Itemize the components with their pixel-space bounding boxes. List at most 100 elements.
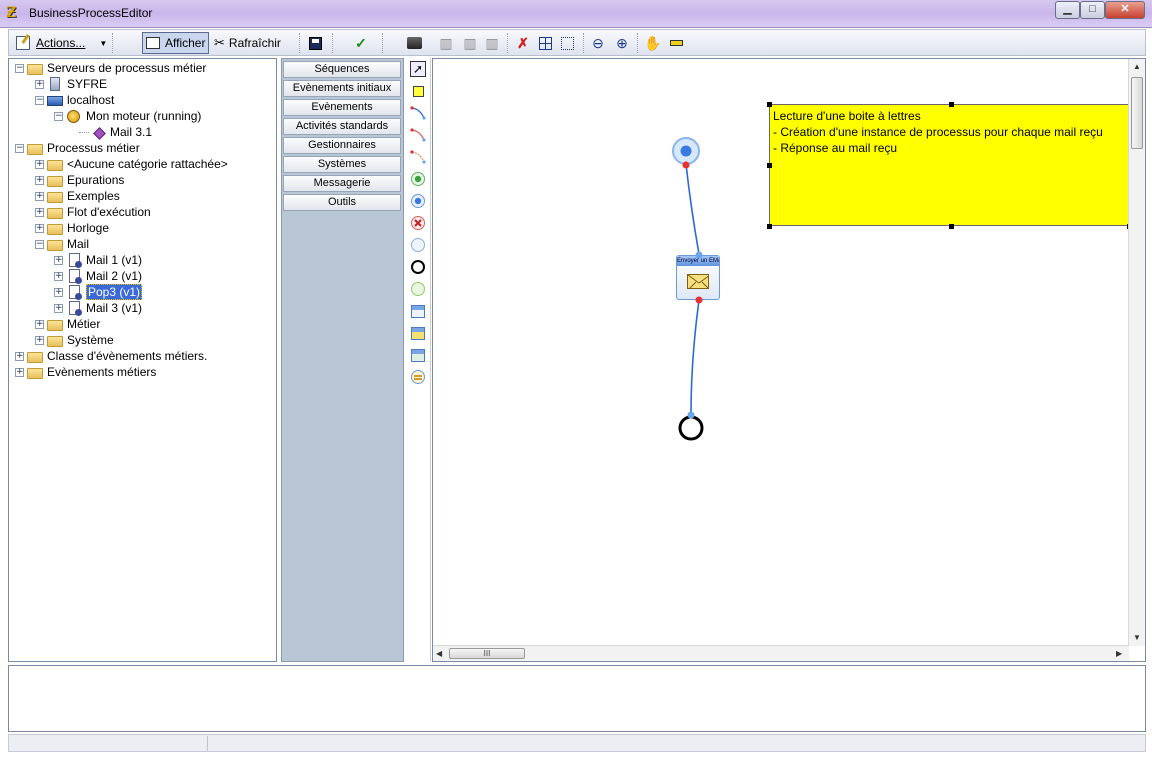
- scroll-left-icon[interactable]: ◀: [436, 649, 442, 658]
- tree-item[interactable]: − Processus métier: [15, 140, 140, 156]
- save-icon[interactable]: [306, 34, 324, 52]
- palette-standard-activities-button[interactable]: Activités standards: [283, 118, 401, 135]
- green-event-icon[interactable]: [410, 281, 426, 297]
- tree-item-label: Serveurs de processus métier: [47, 61, 207, 75]
- expand-icon[interactable]: +: [35, 159, 44, 169]
- collapse-icon[interactable]: −: [35, 95, 44, 105]
- tree-item[interactable]: + Epurations: [35, 172, 124, 188]
- snap-icon[interactable]: [558, 34, 576, 52]
- tree-item[interactable]: + Mail 2 (v1): [54, 268, 142, 284]
- print-icon[interactable]: [405, 34, 423, 52]
- minimize-button[interactable]: ▁: [1055, 1, 1080, 19]
- horizontal-scrollbar[interactable]: ◀ III ▶: [433, 645, 1129, 661]
- expand-icon[interactable]: +: [35, 207, 44, 217]
- start-blue-icon[interactable]: [410, 193, 426, 209]
- resize-handle[interactable]: [767, 163, 772, 168]
- expand-icon[interactable]: +: [35, 223, 44, 233]
- intermediate-event-icon[interactable]: [410, 237, 426, 253]
- align-left-icon[interactable]: ▥: [437, 34, 455, 52]
- expand-icon[interactable]: +: [35, 191, 44, 201]
- tree-item[interactable]: + Flot d'exécution: [35, 204, 151, 220]
- expand-icon[interactable]: +: [35, 79, 44, 89]
- grid-icon[interactable]: [536, 34, 554, 52]
- scroll-up-icon[interactable]: ▲: [1133, 62, 1141, 71]
- actions-dropdown[interactable]: Actions... ▼: [13, 32, 110, 54]
- send-email-activity[interactable]: Envoyer un EMail: [676, 255, 720, 300]
- start-green-icon[interactable]: [410, 171, 426, 187]
- expand-icon[interactable]: +: [35, 319, 44, 329]
- zoom-out-icon[interactable]: ⊖: [589, 34, 607, 52]
- palette-tools-button[interactable]: Outils: [283, 194, 401, 211]
- tree-item[interactable]: + Mail 1 (v1): [54, 252, 142, 268]
- chart-activity-icon[interactable]: [410, 347, 426, 363]
- tree-item-selected[interactable]: + Pop3 (v1): [54, 284, 143, 300]
- tree-item[interactable]: Mail 3.1: [79, 124, 152, 140]
- error-event-icon[interactable]: [410, 215, 426, 231]
- tree-item[interactable]: + Exemples: [35, 188, 120, 204]
- expand-icon[interactable]: +: [54, 303, 63, 313]
- tree-item[interactable]: + Evènements métiers: [15, 364, 156, 380]
- align-right-icon[interactable]: ▥: [483, 34, 501, 52]
- collapse-icon[interactable]: −: [54, 111, 63, 121]
- annotation-note[interactable]: Lecture d'une boite à lettres - Création…: [769, 104, 1131, 226]
- expand-icon[interactable]: +: [15, 367, 24, 377]
- rafraichir-button[interactable]: ✂ Rafraîchir: [211, 32, 284, 54]
- horizontal-scroll-thumb[interactable]: III: [449, 648, 525, 659]
- window-activity-icon[interactable]: [410, 303, 426, 319]
- connector-red-icon[interactable]: [410, 127, 426, 143]
- palette-handlers-button[interactable]: Gestionnaires: [283, 137, 401, 154]
- check-icon[interactable]: ✓: [352, 34, 370, 52]
- tree-item[interactable]: + Métier: [35, 316, 100, 332]
- diagram-canvas[interactable]: Envoyer un EMail Lecture d'une boite à l…: [432, 58, 1146, 662]
- maximize-button[interactable]: □: [1080, 1, 1105, 19]
- expand-icon[interactable]: +: [15, 351, 24, 361]
- expand-icon[interactable]: +: [54, 287, 63, 297]
- house-activity-icon[interactable]: [410, 325, 426, 341]
- end-event-icon[interactable]: [410, 259, 426, 275]
- resize-handle[interactable]: [949, 102, 954, 107]
- resize-handle[interactable]: [949, 224, 954, 229]
- tree-item[interactable]: + Horloge: [35, 220, 109, 236]
- collapse-icon[interactable]: −: [15, 63, 24, 73]
- cut-connector-icon[interactable]: ✗: [514, 34, 532, 52]
- tree-item[interactable]: + Système: [35, 332, 114, 348]
- pointer-icon[interactable]: ➚: [410, 61, 426, 77]
- scroll-down-icon[interactable]: ▼: [1133, 633, 1141, 642]
- folder-icon: [47, 207, 63, 219]
- collapse-icon[interactable]: −: [35, 239, 44, 249]
- resize-handle[interactable]: [767, 102, 772, 107]
- align-center-icon[interactable]: ▥: [461, 34, 479, 52]
- vertical-scroll-thumb[interactable]: [1131, 77, 1143, 149]
- tree-item[interactable]: + Mail 3 (v1): [54, 300, 142, 316]
- loop-icon[interactable]: [410, 369, 426, 385]
- resize-handle[interactable]: [767, 224, 772, 229]
- afficher-button[interactable]: Afficher: [142, 32, 210, 54]
- palette-sequences-button[interactable]: Séquences: [283, 61, 401, 78]
- expand-icon[interactable]: +: [35, 175, 44, 185]
- connector-icon[interactable]: [410, 105, 426, 121]
- vertical-scrollbar[interactable]: ▲ ▼: [1128, 59, 1145, 646]
- palette-initial-events-button[interactable]: Evènements initiaux: [283, 80, 401, 97]
- palette-systems-button[interactable]: Systèmes: [283, 156, 401, 173]
- collapse-icon[interactable]: −: [15, 143, 24, 153]
- scroll-right-icon[interactable]: ▶: [1116, 649, 1122, 658]
- expand-icon[interactable]: +: [35, 335, 44, 345]
- close-button[interactable]: ✕: [1105, 1, 1145, 19]
- palette-events-button[interactable]: Evènements: [283, 99, 401, 116]
- hand-icon[interactable]: ✋: [644, 34, 662, 52]
- connector-alt-icon[interactable]: [410, 149, 426, 165]
- tree-item[interactable]: − Mon moteur (running): [54, 108, 201, 124]
- palette-messaging-button[interactable]: Messagerie: [283, 175, 401, 192]
- tree-item[interactable]: + <Aucune catégorie rattachée>: [35, 156, 228, 172]
- note-icon[interactable]: [410, 83, 426, 99]
- tree-item[interactable]: − Mail: [35, 236, 89, 252]
- tree-item[interactable]: − Serveurs de processus métier: [15, 60, 206, 76]
- ruler-icon[interactable]: [667, 34, 685, 52]
- expand-icon[interactable]: +: [54, 271, 63, 281]
- tree-item[interactable]: − localhost: [35, 92, 114, 108]
- tree-item[interactable]: + Classe d'évènements métiers.: [15, 348, 207, 364]
- zoom-in-icon[interactable]: ⊕: [613, 34, 631, 52]
- server-icon: [50, 77, 60, 91]
- tree-item[interactable]: + SYFRE: [35, 76, 107, 92]
- expand-icon[interactable]: +: [54, 255, 63, 265]
